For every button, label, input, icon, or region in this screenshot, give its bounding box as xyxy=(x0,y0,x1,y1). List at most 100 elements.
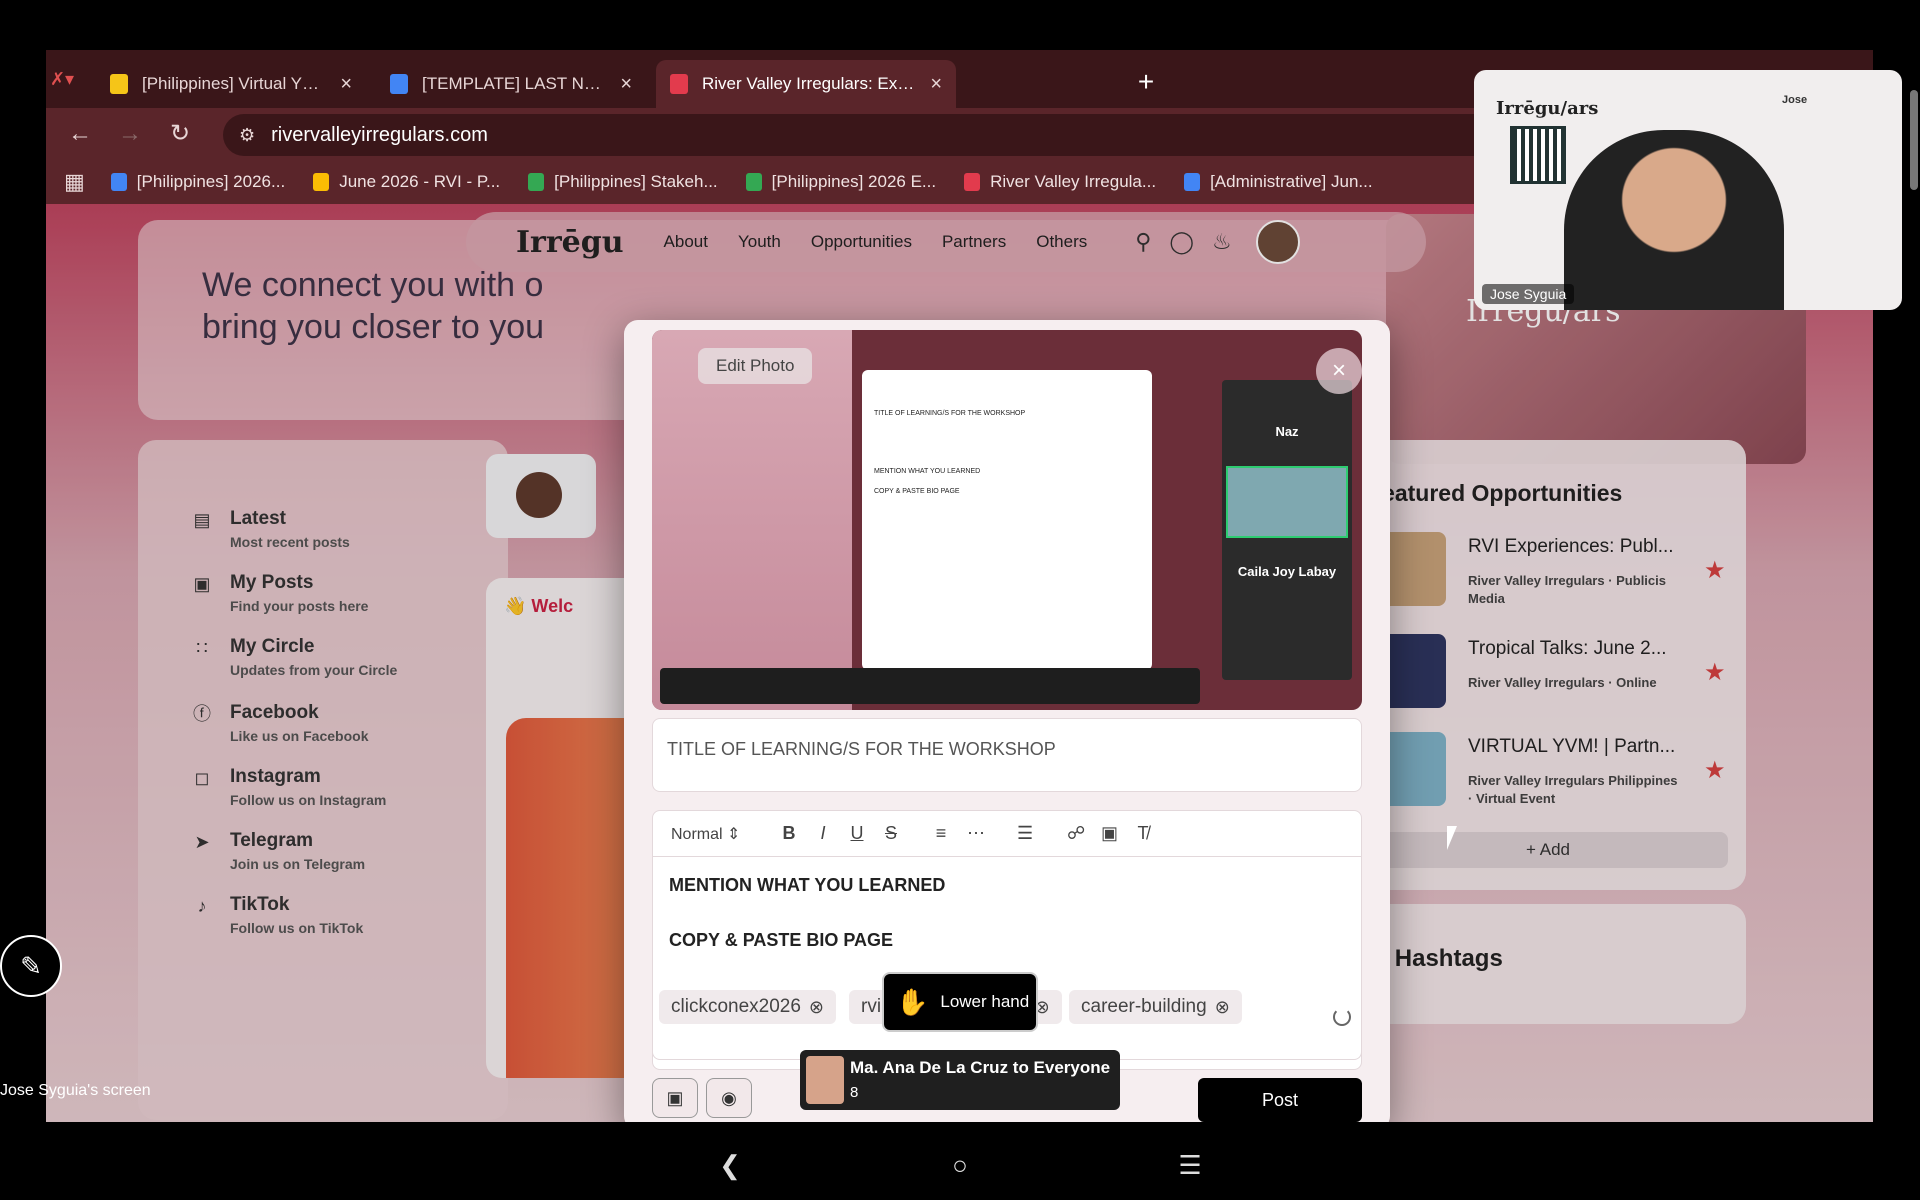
nested-text: COPY & PASTE BIO PAGE xyxy=(874,488,960,495)
forward-icon[interactable]: → xyxy=(112,116,148,152)
annotate-pen-button[interactable]: ✎ xyxy=(0,935,62,997)
editor-content[interactable]: MENTION WHAT YOU LEARNED COPY & PASTE BI… xyxy=(669,875,945,985)
recents-icon[interactable]: ☰ xyxy=(1075,1150,1305,1181)
chat-sender: Ma. Ana De La Cruz to Everyone xyxy=(850,1058,1111,1077)
mouse-cursor-icon xyxy=(1447,826,1457,850)
video-self-view[interactable]: Irrēgu/ars Jose Jose Syguia xyxy=(1474,70,1902,310)
nested-participants-panel: Naz Caila Joy Labay xyxy=(1222,380,1352,680)
system-nav-bar: ❮ ○ ☰ xyxy=(0,1130,1920,1200)
bookmark[interactable]: [Philippines] 2026 E... xyxy=(745,172,937,192)
back-icon[interactable]: ← xyxy=(62,116,98,152)
close-icon[interactable]: × xyxy=(930,73,942,96)
tab-river-valley[interactable]: River Valley Irregulars: Experien × xyxy=(656,60,956,108)
reload-icon[interactable]: ↻ xyxy=(162,116,198,152)
nested-screenshot-sidebar xyxy=(652,330,852,710)
strikethrough-icon[interactable]: S xyxy=(883,823,899,844)
editor-line: MENTION WHAT YOU LEARNED xyxy=(669,875,946,895)
name-card: Jose xyxy=(1782,94,1808,106)
post-button[interactable]: Post xyxy=(1198,1078,1362,1122)
brand-logo: Irrēgu/ars xyxy=(1496,98,1599,119)
remove-tag-icon[interactable]: ⊗ xyxy=(809,997,824,1018)
tag-chip[interactable]: career-building ⊗ xyxy=(1069,990,1242,1024)
photo-preview: TITLE OF LEARNING/S FOR THE WORKSHOP MEN… xyxy=(652,330,1362,710)
eye-icon: ◉ xyxy=(721,1088,737,1108)
bookmark-label: [Philippines] 2026 E... xyxy=(771,172,937,191)
tab-title: River Valley Irregulars: Experien xyxy=(702,74,918,93)
align-icon[interactable]: ☰ xyxy=(1017,823,1033,844)
device-screen: ✗▾ [Philippines] Virtual YVM 2026 × [TEM… xyxy=(0,0,1920,1200)
docs-icon xyxy=(1184,173,1201,191)
nested-participant-video xyxy=(1226,466,1348,538)
nested-text: MENTION WHAT YOU LEARNED xyxy=(874,468,981,475)
address-bar[interactable]: ⚙ rivervalleyirregulars.com xyxy=(223,114,1523,156)
underline-icon[interactable]: U xyxy=(849,823,865,844)
scrollbar[interactable] xyxy=(1910,90,1918,190)
add-image-button[interactable]: ▣ xyxy=(652,1078,698,1118)
close-icon[interactable]: × xyxy=(620,73,632,96)
format-select-value: Normal xyxy=(671,825,723,843)
format-select[interactable]: Normal ⇕ xyxy=(671,824,781,844)
docs-icon xyxy=(390,74,408,94)
new-tab-button[interactable]: + xyxy=(1126,62,1166,102)
bookmark[interactable]: [Philippines] Stakeh... xyxy=(528,172,718,192)
nested-participant-name: Caila Joy Labay xyxy=(1237,564,1337,579)
image-icon: ▣ xyxy=(666,1088,684,1108)
edit-photo-button[interactable]: Edit Photo xyxy=(698,348,813,384)
loading-spinner-icon xyxy=(1333,1008,1351,1026)
bookmark[interactable]: River Valley Irregula... xyxy=(964,172,1156,192)
qr-code xyxy=(1510,126,1566,184)
bold-icon[interactable]: B xyxy=(781,823,797,844)
tab-virtual-yvm[interactable]: [Philippines] Virtual YVM 2026 × xyxy=(96,60,366,108)
raised-hand-icon: ✋ xyxy=(896,986,929,1017)
bookmark[interactable]: [Administrative] Jun... xyxy=(1184,172,1373,192)
italic-icon[interactable]: I xyxy=(815,823,831,844)
rvi-icon xyxy=(670,74,688,94)
nested-text: TITLE OF LEARNING/S FOR THE WORKSHOP xyxy=(874,410,1026,417)
nested-screenshot-doc: TITLE OF LEARNING/S FOR THE WORKSHOP MEN… xyxy=(862,370,1152,670)
url-text: rivervalleyirregulars.com xyxy=(271,123,488,146)
bookmark-label: [Administrative] Jun... xyxy=(1210,172,1373,191)
close-icon[interactable]: × xyxy=(1316,348,1362,394)
bookmark[interactable]: [Philippines] 2026... xyxy=(110,172,286,192)
tab-title: [TEMPLATE] LAST NAME, First N xyxy=(422,74,609,93)
rvi-icon xyxy=(964,173,981,191)
preview-button[interactable]: ◉ xyxy=(706,1078,752,1118)
remove-tag-icon[interactable]: ⊗ xyxy=(1215,997,1230,1018)
link-icon[interactable]: ☍ xyxy=(1067,823,1085,844)
tag-chip[interactable]: clickconex2026 ⊗ xyxy=(659,990,837,1024)
drive-icon xyxy=(313,173,330,191)
tab-template[interactable]: [TEMPLATE] LAST NAME, First N × xyxy=(376,60,646,108)
clear-format-icon[interactable]: T̸ xyxy=(1135,823,1151,844)
slides-icon xyxy=(110,74,128,94)
muted-mic-icon[interactable]: ✗▾ xyxy=(46,62,92,96)
close-icon[interactable]: × xyxy=(340,73,352,96)
bookmark[interactable]: June 2026 - RVI - P... xyxy=(313,172,500,192)
post-title-field[interactable]: TITLE OF LEARNING/S FOR THE WORKSHOP xyxy=(652,718,1362,792)
tab-title: [Philippines] Virtual YVM 2026 xyxy=(142,74,328,93)
home-icon[interactable]: ○ xyxy=(845,1150,1075,1181)
bullet-list-icon[interactable]: ⋯ xyxy=(967,823,985,844)
nested-meeting-toolbar xyxy=(660,668,1200,704)
tag-label: clickconex2026 xyxy=(671,996,801,1017)
site-info-icon[interactable]: ⚙ xyxy=(239,125,255,146)
back-icon[interactable]: ❮ xyxy=(615,1150,845,1181)
bookmark-label: [Philippines] 2026... xyxy=(136,172,286,191)
participant-video xyxy=(1564,130,1784,310)
lower-hand-button[interactable]: ✋ Lower hand xyxy=(882,972,1038,1032)
screen-share-label: Jose Syguia's screen xyxy=(0,1082,151,1099)
ordered-list-icon[interactable]: ≡ xyxy=(933,823,949,844)
editor-line: COPY & PASTE BIO PAGE xyxy=(669,930,894,950)
participant-name-label: Jose Syguia xyxy=(1482,284,1575,304)
avatar xyxy=(806,1056,844,1104)
pencil-icon: ✎ xyxy=(20,951,42,981)
forms-icon xyxy=(528,173,545,191)
chat-notification[interactable]: Ma. Ana De La Cruz to Everyone 8 xyxy=(800,1050,1120,1110)
docs-icon xyxy=(110,173,127,191)
bookmark-label: [Philippines] Stakeh... xyxy=(554,172,718,191)
bookmark-label: River Valley Irregula... xyxy=(990,172,1157,191)
apps-grid-icon[interactable]: ▦ xyxy=(64,169,85,195)
bookmark-label: June 2026 - RVI - P... xyxy=(339,172,501,191)
lower-hand-label: Lower hand xyxy=(940,992,1030,1011)
editor-toolbar: Normal ⇕ B I U S ≡ ⋯ ☰ ☍ ▣ T̸ xyxy=(653,811,1361,857)
video-icon[interactable]: ▣ xyxy=(1101,823,1118,844)
